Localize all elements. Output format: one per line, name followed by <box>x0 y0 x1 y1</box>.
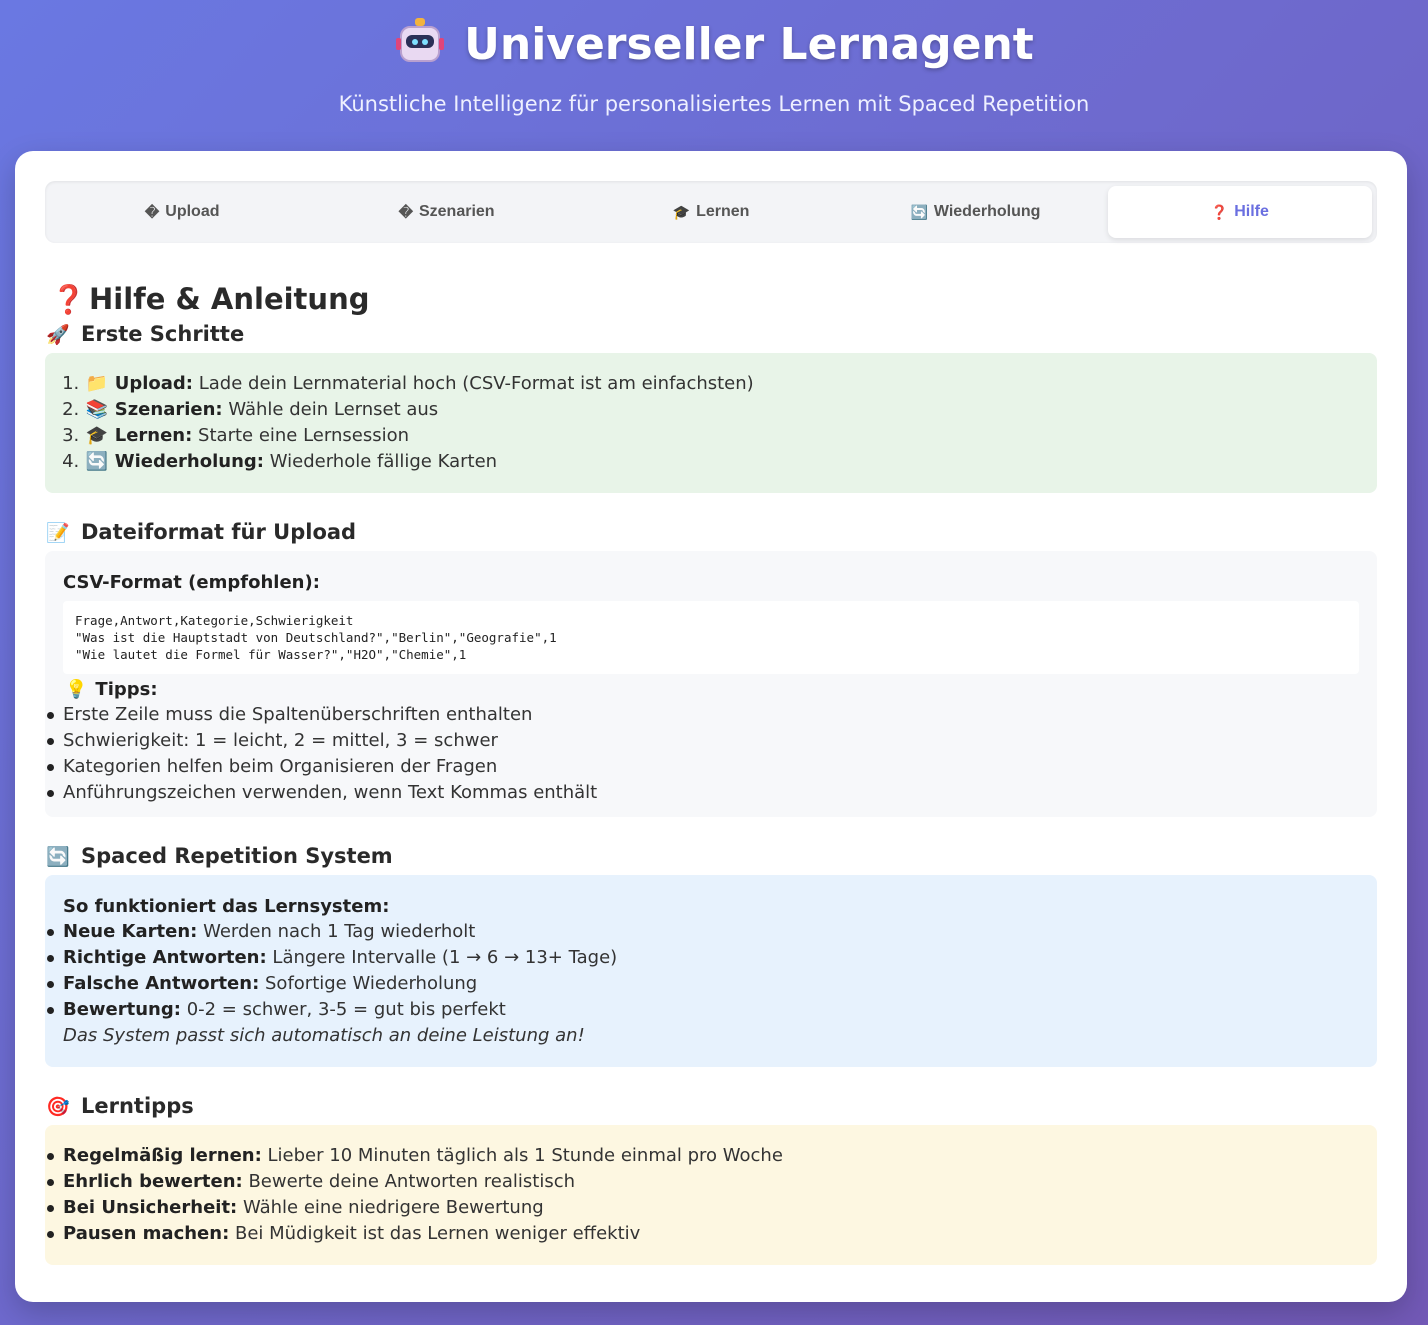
spaced-intro: So funktioniert das Lernsystem: <box>63 896 390 917</box>
target-icon: 🎯 <box>46 1095 70 1118</box>
csv-example-code: Frage,Antwort,Kategorie,Schwierigkeit "W… <box>63 601 1359 674</box>
item-label: Richtige Antworten: <box>63 947 267 968</box>
app-title: Universeller Lernagent <box>464 18 1034 70</box>
tab-label: Hilfe <box>1234 203 1269 220</box>
step-label: Lernen: <box>114 425 193 446</box>
tab-label: Upload <box>165 203 220 220</box>
repeat-icon: 🔄 <box>85 451 109 472</box>
robot-icon <box>394 18 446 70</box>
lightbulb-icon: 💡 <box>65 679 88 700</box>
tab-hilfe[interactable]: ❓ Hilfe <box>1107 186 1373 238</box>
list-item: Anführungszeichen verwenden, wenn Text K… <box>47 780 1359 806</box>
question-mark-icon: ❓ <box>51 282 86 316</box>
item-label: Falsche Antworten: <box>63 973 260 994</box>
list-item: Bewertung: 0-2 = schwer, 3-5 = gut bis p… <box>47 997 1359 1023</box>
item-text: 0-2 = schwer, 3-5 = gut bis perfekt <box>180 999 506 1020</box>
step-label: Upload: <box>114 373 194 394</box>
list-item: Pausen machen: Bei Müdigkeit ist das Ler… <box>47 1221 1359 1247</box>
spaced-box: So funktioniert das Lernsystem: Neue Kar… <box>45 875 1377 1067</box>
item-text: Werden nach 1 Tag wiederholt <box>197 921 476 942</box>
list-item: 📁 Upload: Lade dein Lernmaterial hoch (C… <box>85 371 1359 397</box>
section-heading-text: Lerntipps <box>81 1094 194 1118</box>
step-text: Starte eine Lernsession <box>192 425 410 446</box>
tab-label: Wiederholung <box>933 203 1041 220</box>
memo-icon: 📝 <box>46 521 70 544</box>
list-item: 🎓 Lernen: Starte eine Lernsession <box>85 423 1359 449</box>
app-subtitle: Künstliche Intelligenz für personalisier… <box>338 92 1090 116</box>
graduation-cap-icon: 🎓 <box>672 203 691 220</box>
tipps-list: Erste Zeile muss die Spaltenüberschrifte… <box>47 702 1359 806</box>
step-text: Wähle dein Lernset aus <box>222 399 439 420</box>
tipps-label: Tipps: <box>95 679 158 700</box>
books-icon: 📚 <box>85 399 109 420</box>
item-text: Längere Intervalle (1 → 6 → 13+ Tage) <box>266 947 618 968</box>
dateiformat-box: CSV-Format (empfohlen): Frage,Antwort,Ka… <box>45 551 1377 817</box>
app-title-row: Universeller Lernagent <box>0 14 1428 74</box>
step-text: Wiederhole fällige Karten <box>264 451 498 472</box>
item-label: Bewertung: <box>63 999 181 1020</box>
page-title: ❓ Hilfe & Anleitung <box>51 281 1377 317</box>
tab-bar: � Upload � Szenarien 🎓 Lernen 🔄 Wiederho… <box>45 181 1377 243</box>
section-dateiformat-heading: 📝 Dateiformat für Upload <box>45 517 1377 547</box>
graduation-cap-icon: 🎓 <box>85 425 109 446</box>
upload-tab-icon: � <box>144 203 160 220</box>
app-header: Universeller Lernagent Künstliche Intell… <box>0 0 1428 151</box>
repeat-icon: 🔄 <box>910 203 928 220</box>
list-item: Richtige Antworten: Längere Intervalle (… <box>47 945 1359 971</box>
tipps-heading: 💡 Tipps: <box>65 678 1359 702</box>
section-lerntipps-heading: 🎯 Lerntipps <box>45 1091 1377 1121</box>
lerntipps-list: Regelmäßig lernen: Lieber 10 Minuten täg… <box>47 1143 1359 1247</box>
erste-schritte-box: 📁 Upload: Lade dein Lernmaterial hoch (C… <box>45 353 1377 493</box>
spaced-list: Neue Karten: Werden nach 1 Tag wiederhol… <box>47 919 1359 1023</box>
step-label: Szenarien: <box>114 399 223 420</box>
step-label: Wiederholung: <box>114 451 264 472</box>
tab-upload[interactable]: � Upload <box>50 186 314 238</box>
tab-szenarien[interactable]: � Szenarien <box>314 186 578 238</box>
steps-list: 📁 Upload: Lade dein Lernmaterial hoch (C… <box>85 371 1359 475</box>
item-label: Regelmäßig lernen: <box>63 1145 262 1166</box>
list-item: Erste Zeile muss die Spaltenüberschrifte… <box>47 702 1359 728</box>
section-heading-text: Dateiformat für Upload <box>81 520 357 544</box>
section-heading-text: Spaced Repetition System <box>81 844 393 868</box>
item-text: Bei Müdigkeit ist das Lernen weniger eff… <box>229 1223 641 1244</box>
item-label: Ehrlich bewerten: <box>63 1171 243 1192</box>
csv-format-label: CSV-Format (empfohlen): <box>63 572 320 593</box>
item-text: Lieber 10 Minuten täglich als 1 Stunde e… <box>261 1145 783 1166</box>
list-item: Ehrlich bewerten: Bewerte deine Antworte… <box>47 1169 1359 1195</box>
list-item: Kategorien helfen beim Organisieren der … <box>47 754 1359 780</box>
item-label: Bei Unsicherheit: <box>63 1197 238 1218</box>
section-heading-text: Erste Schritte <box>81 322 245 346</box>
tab-label: Szenarien <box>418 203 495 220</box>
page-title-text: Hilfe & Anleitung <box>89 282 370 316</box>
spaced-note: Das System passt sich automatisch an dei… <box>63 1025 585 1046</box>
lerntipps-box: Regelmäßig lernen: Lieber 10 Minuten täg… <box>45 1125 1377 1265</box>
step-text: Lade dein Lernmaterial hoch (CSV-Format … <box>193 373 754 394</box>
item-label: Neue Karten: <box>63 921 198 942</box>
folder-icon: 📁 <box>85 373 109 394</box>
list-item: Bei Unsicherheit: Wähle eine niedrigere … <box>47 1195 1359 1221</box>
list-item: Falsche Antworten: Sofortige Wiederholun… <box>47 971 1359 997</box>
item-text: Bewerte deine Antworten realistisch <box>242 1171 576 1192</box>
item-text: Wähle eine niedrigere Bewertung <box>237 1197 544 1218</box>
szenarien-tab-icon: � <box>398 203 413 220</box>
repeat-icon: 🔄 <box>46 845 70 868</box>
main-card: � Upload � Szenarien 🎓 Lernen 🔄 Wiederho… <box>15 151 1407 1302</box>
tab-lernen[interactable]: 🎓 Lernen <box>579 186 843 238</box>
list-item: 📚 Szenarien: Wähle dein Lernset aus <box>85 397 1359 423</box>
list-item: 🔄 Wiederholung: Wiederhole fällige Karte… <box>85 449 1359 475</box>
help-content: ❓ Hilfe & Anleitung 🚀 Erste Schritte 📁 U… <box>45 281 1377 1265</box>
list-item: Schwierigkeit: 1 = leicht, 2 = mittel, 3… <box>47 728 1359 754</box>
item-label: Pausen machen: <box>63 1223 230 1244</box>
list-item: Neue Karten: Werden nach 1 Tag wiederhol… <box>47 919 1359 945</box>
section-erste-schritte-heading: 🚀 Erste Schritte <box>45 319 1377 349</box>
tab-wiederholung[interactable]: 🔄 Wiederholung <box>843 186 1107 238</box>
tab-label: Lernen <box>696 203 750 220</box>
rocket-icon: 🚀 <box>46 323 70 346</box>
item-text: Sofortige Wiederholung <box>259 973 478 994</box>
question-mark-icon: ❓ <box>1210 203 1229 220</box>
list-item: Regelmäßig lernen: Lieber 10 Minuten täg… <box>47 1143 1359 1169</box>
section-spaced-heading: 🔄 Spaced Repetition System <box>45 841 1377 871</box>
